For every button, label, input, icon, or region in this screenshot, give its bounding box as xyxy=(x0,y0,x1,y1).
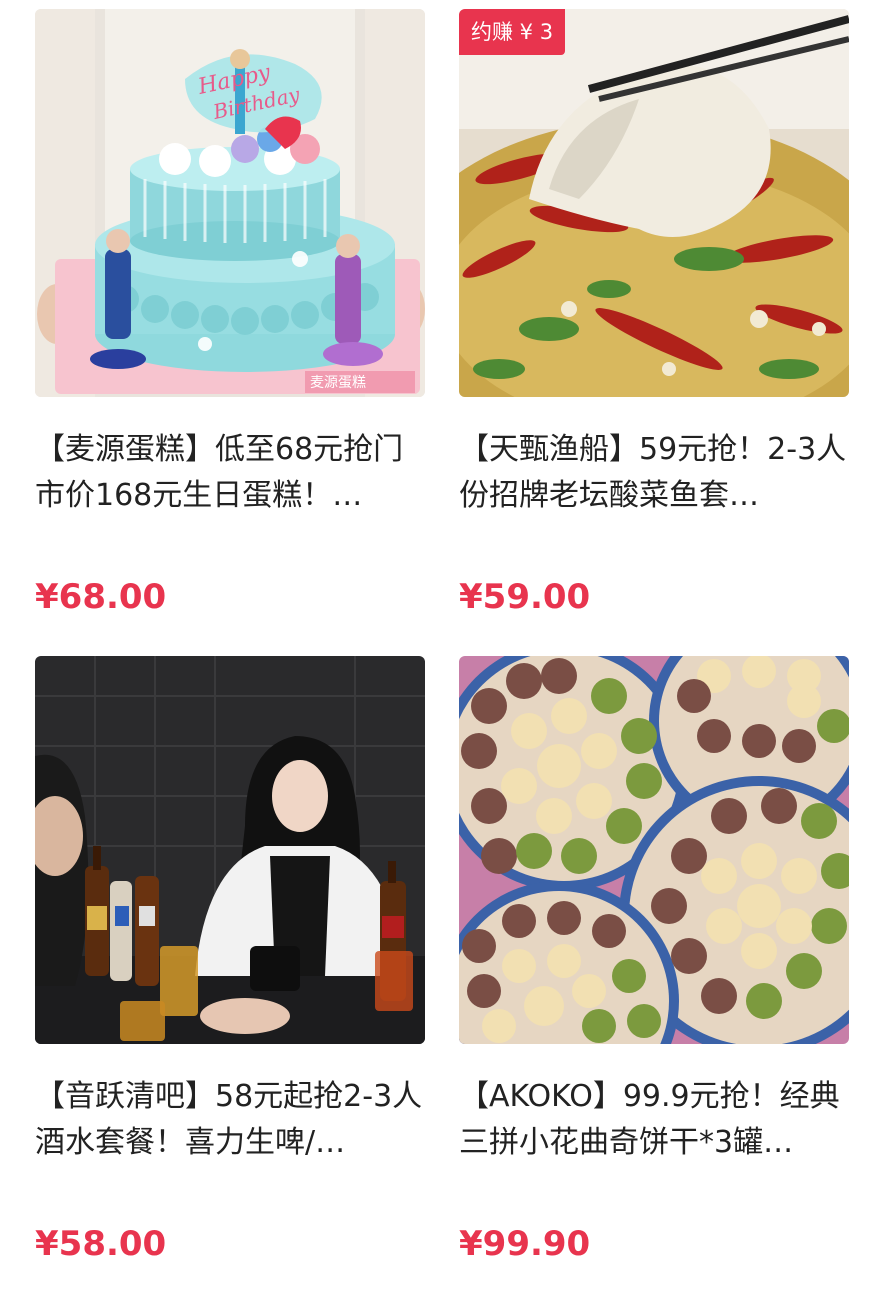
product-image-bar[interactable] xyxy=(35,656,425,1044)
product-title[interactable]: 【音跃清吧】58元起抢2-3人酒水套餐！喜力生啤/… xyxy=(35,1074,425,1166)
product-title[interactable]: 【天甄渔船】59元抢！2-3人份招牌老坛酸菜鱼套… xyxy=(459,427,849,519)
product-title[interactable]: 【麦源蛋糕】低至68元抢门市价168元生日蛋糕！… xyxy=(35,427,425,519)
product-price: ¥68.00 xyxy=(35,577,167,617)
product-card-cookies[interactable]: 【AKOKO】99.9元抢！经典三拼小花曲奇饼干*3罐… ¥99.90 xyxy=(459,656,849,1276)
product-grid: Happy Birthday 麦源蛋糕 【麦源蛋糕】低至68元抢门市价168元生… xyxy=(0,0,883,1304)
product-card-bar[interactable]: 【音跃清吧】58元起抢2-3人酒水套餐！喜力生啤/… ¥58.00 xyxy=(35,656,425,1276)
product-image-cookies[interactable] xyxy=(459,656,849,1044)
product-price: ¥59.00 xyxy=(459,577,591,617)
product-card-cake[interactable]: Happy Birthday 麦源蛋糕 【麦源蛋糕】低至68元抢门市价168元生… xyxy=(35,9,425,629)
svg-text:麦源蛋糕: 麦源蛋糕 xyxy=(310,375,366,391)
product-title[interactable]: 【AKOKO】99.9元抢！经典三拼小花曲奇饼干*3罐… xyxy=(459,1074,849,1166)
product-image-fish[interactable]: 约赚 ¥ 3 xyxy=(459,9,849,397)
product-price: ¥99.90 xyxy=(459,1224,591,1264)
product-image-cake[interactable]: Happy Birthday 麦源蛋糕 xyxy=(35,9,425,397)
product-card-fish[interactable]: 约赚 ¥ 3 【天甄渔船】59元抢！2-3人份招牌老坛酸菜鱼套… ¥59.00 xyxy=(459,9,849,629)
product-price: ¥58.00 xyxy=(35,1224,167,1264)
earn-badge: 约赚 ¥ 3 xyxy=(459,9,566,55)
